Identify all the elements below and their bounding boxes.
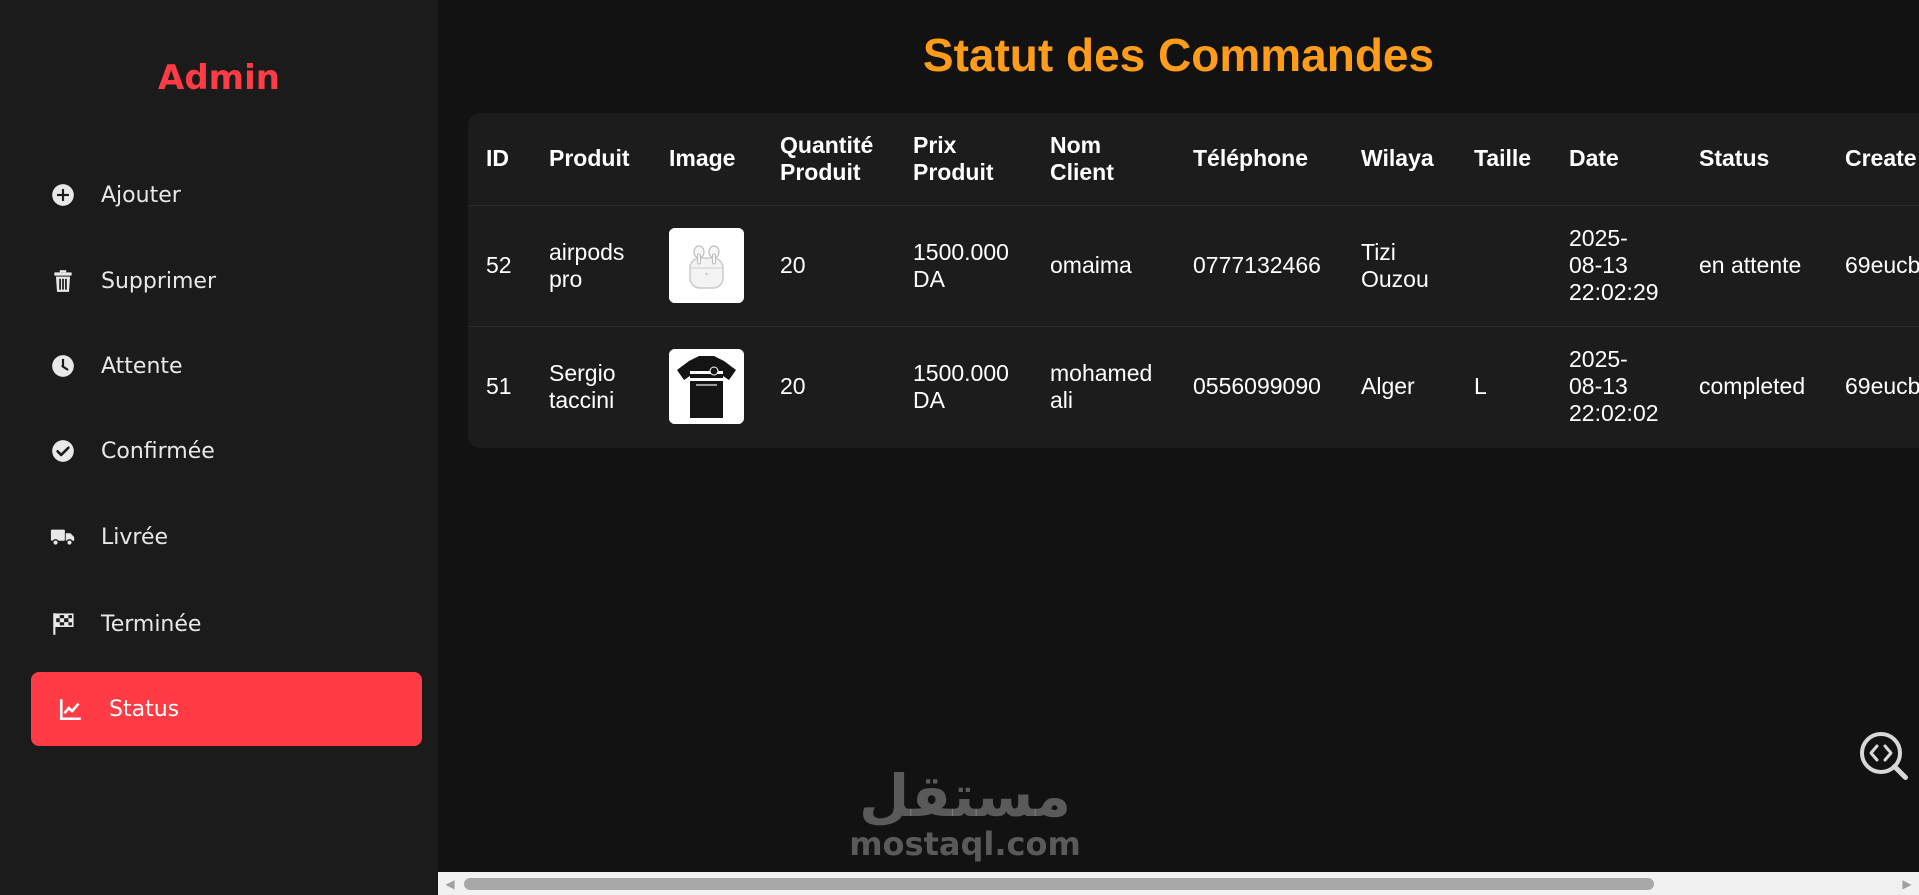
cell-wilaya: Alger — [1361, 373, 1415, 400]
cell-taille: L — [1474, 373, 1487, 400]
table-row: 52 airpods pro 20 1500.000 DA omaima 077… — [468, 205, 1919, 327]
checkered-flag-icon — [49, 610, 77, 638]
column-header-taille: Taille — [1456, 113, 1551, 206]
scrollbar-thumb[interactable] — [464, 878, 1654, 890]
code-inspect-button[interactable] — [1856, 728, 1912, 784]
cell-status: completed — [1699, 373, 1806, 400]
trash-icon — [49, 267, 77, 295]
scroll-right-arrow-icon[interactable]: ▶ — [1897, 872, 1917, 895]
cell-created: 69eucb — [1827, 205, 1919, 327]
cell-prix: 1500.000 DA — [913, 359, 1009, 413]
cell-quantite: 20 — [780, 373, 806, 400]
cell-produit: airpods pro — [531, 205, 651, 327]
cell-wilaya: Tizi Ouzou — [1343, 205, 1456, 327]
sidebar-item-confirmee[interactable]: Confirmée — [31, 414, 422, 488]
cell-date: 2025- 08-13 22:02:02 — [1569, 346, 1659, 427]
admin-app: Admin Ajouter Supprimer Attente Confirmé… — [0, 0, 1919, 895]
column-header-image: Image — [651, 113, 762, 206]
table-row: 51 Sergio taccini 20 1500.000 DA mohamed… — [468, 326, 1919, 447]
table-header-row: ID Produit Image Quantité Produit Prix Pro… — [468, 113, 1919, 206]
cell-nom-client: omaima — [1032, 205, 1175, 327]
cell-id: 52 — [468, 205, 531, 327]
cell-image — [651, 205, 762, 327]
orders-table: ID Produit Image Quantité Produit Prix Pro… — [468, 113, 1919, 447]
sidebar-item-supprimer[interactable]: Supprimer — [31, 244, 422, 318]
sidebar-item-livree[interactable]: Livrée — [31, 500, 422, 574]
sidebar-item-attente[interactable]: Attente — [31, 329, 422, 403]
sidebar-item-label: Confirmée — [101, 438, 215, 464]
column-header-quantite: Quantité Produit — [762, 113, 895, 206]
tshirt-image — [669, 349, 744, 425]
chart-line-icon — [57, 695, 85, 723]
code-search-icon — [1860, 732, 1908, 780]
brand-title: Admin — [158, 58, 280, 98]
clock-icon — [49, 352, 77, 380]
cell-id: 51 — [486, 373, 512, 400]
main-content: Statut des Commandes ID Produit Image Qu… — [438, 0, 1919, 895]
cell-taille — [1456, 205, 1551, 327]
scroll-left-arrow-icon[interactable]: ◀ — [440, 872, 460, 895]
check-circle-icon — [49, 437, 77, 465]
cell-quantite: 20 — [762, 205, 895, 327]
truck-icon — [49, 523, 77, 551]
cell-date: 2025- 08-13 22:02:29 — [1551, 205, 1681, 327]
orders-table-container: ID Produit Image Quantité Produit Prix Pro… — [468, 113, 1919, 448]
airpods-image — [669, 228, 744, 303]
sidebar-item-terminee[interactable]: Terminée — [31, 587, 422, 661]
horizontal-scrollbar[interactable]: ◀ ▶ — [438, 872, 1919, 895]
column-header-date: Date — [1551, 113, 1681, 206]
sidebar-item-label: Status — [109, 696, 180, 722]
sidebar-item-label: Attente — [101, 353, 183, 379]
column-header-wilaya: Wilaya — [1343, 113, 1456, 206]
cell-created: 69eucb — [1845, 373, 1919, 400]
cell-prix: 1500.000 DA — [895, 205, 1032, 327]
cell-produit: Sergio taccini — [549, 359, 616, 413]
column-header-telephone: Téléphone — [1175, 113, 1343, 206]
column-header-created: Create — [1827, 113, 1919, 206]
column-header-produit: Produit — [531, 113, 651, 206]
cell-nom-client: mohamed ali — [1050, 359, 1153, 413]
cell-status: en attente — [1681, 205, 1827, 327]
sidebar-item-label: Supprimer — [101, 268, 217, 294]
column-header-nom-client: Nom Client — [1032, 113, 1175, 206]
column-header-id: ID — [468, 113, 531, 206]
sidebar: Admin Ajouter Supprimer Attente Confirmé… — [0, 0, 438, 895]
cell-image — [651, 326, 762, 447]
column-header-prix: Prix Produit — [895, 113, 1032, 206]
cell-telephone: 0556099090 — [1193, 373, 1321, 400]
sidebar-item-label: Terminée — [101, 611, 202, 637]
sidebar-item-label: Ajouter — [101, 182, 181, 208]
page-title: Statut des Commandes — [922, 29, 1435, 81]
sidebar-item-ajouter[interactable]: Ajouter — [31, 158, 422, 232]
plus-circle-icon — [49, 181, 77, 209]
cell-telephone: 0777132466 — [1175, 205, 1343, 327]
sidebar-item-label: Livrée — [101, 524, 169, 550]
column-header-status: Status — [1681, 113, 1827, 206]
sidebar-item-status[interactable]: Status — [31, 672, 422, 746]
